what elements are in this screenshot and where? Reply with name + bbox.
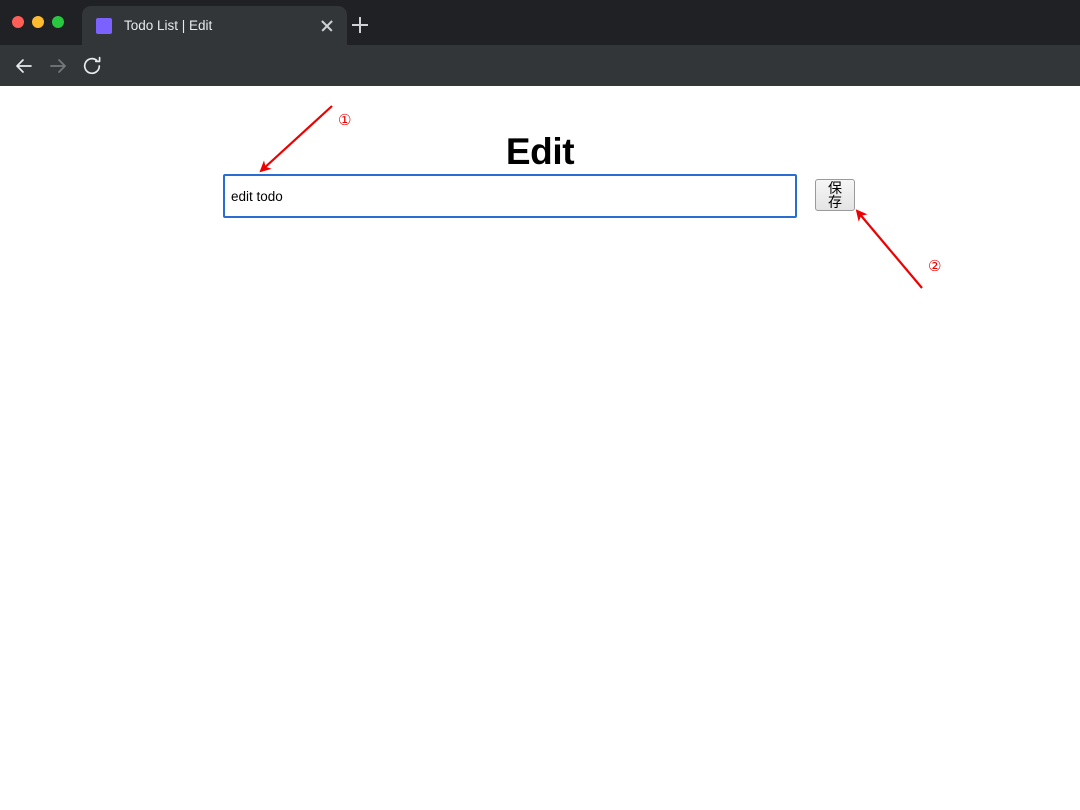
save-button[interactable]: 保存 [815,179,855,211]
browser-window: Todo List | Edit [0,0,1080,810]
close-window-button[interactable] [12,16,24,28]
close-icon[interactable] [317,16,337,36]
new-tab-button[interactable] [348,13,372,37]
page-title: Edit [0,131,1080,173]
page-viewport: Edit 保存 [0,86,1080,810]
back-button[interactable] [12,54,36,78]
todo-text-input[interactable] [223,174,797,218]
tab-title: Todo List | Edit [124,18,317,33]
browser-tab[interactable]: Todo List | Edit [82,6,347,45]
annotation-marker-2: ② [928,259,941,274]
reload-button[interactable] [80,54,104,78]
maximize-window-button[interactable] [52,16,64,28]
forward-button [46,54,70,78]
browser-toolbar: 127.0.0.1:8000/edit?id=3 [0,45,1080,86]
browser-chrome: Todo List | Edit [0,0,1080,86]
tab-strip: Todo List | Edit [0,0,1080,45]
purple-square-favicon [96,18,112,34]
annotation-marker-1: ① [338,113,351,128]
minimize-window-button[interactable] [32,16,44,28]
window-controls [12,16,64,28]
